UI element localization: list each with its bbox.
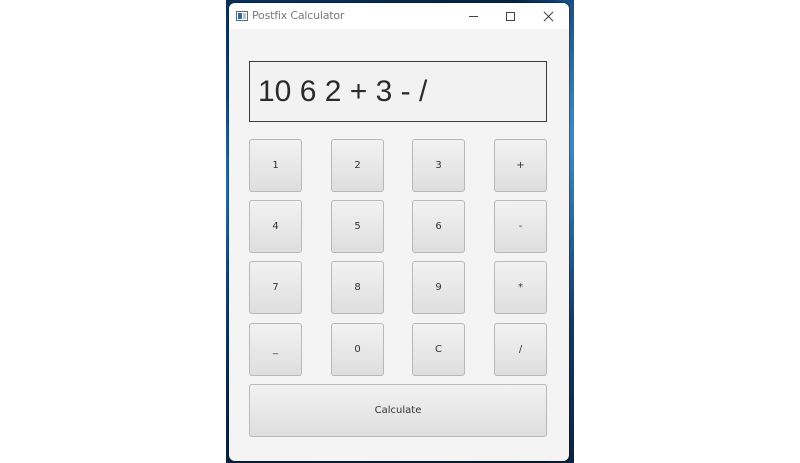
key-8[interactable]: 8: [331, 261, 384, 314]
app-window-icon: [236, 11, 248, 21]
calculator-window: Postfix Calculator 10 6 2 + 3 - / 1 2 3 …: [229, 3, 569, 461]
key-3[interactable]: 3: [412, 139, 465, 192]
key-7[interactable]: 7: [249, 261, 302, 314]
expression-display[interactable]: 10 6 2 + 3 - /: [249, 61, 547, 122]
minimize-icon: [468, 15, 478, 17]
key-plus[interactable]: +: [494, 139, 547, 192]
key-divide[interactable]: /: [494, 323, 547, 376]
minimize-button[interactable]: [455, 3, 491, 29]
key-clear[interactable]: C: [412, 323, 465, 376]
key-2[interactable]: 2: [331, 139, 384, 192]
key-space[interactable]: _: [249, 323, 302, 376]
maximize-button[interactable]: [492, 3, 528, 29]
key-9[interactable]: 9: [412, 261, 465, 314]
close-icon: [543, 11, 554, 22]
window-title: Postfix Calculator: [252, 9, 345, 22]
key-0[interactable]: 0: [331, 323, 384, 376]
key-minus[interactable]: -: [494, 200, 547, 253]
key-4[interactable]: 4: [249, 200, 302, 253]
close-button[interactable]: [530, 3, 566, 29]
key-multiply[interactable]: *: [494, 261, 547, 314]
title-bar[interactable]: Postfix Calculator: [229, 3, 569, 29]
maximize-icon: [505, 11, 515, 21]
key-1[interactable]: 1: [249, 139, 302, 192]
key-5[interactable]: 5: [331, 200, 384, 253]
key-6[interactable]: 6: [412, 200, 465, 253]
calculate-button[interactable]: Calculate: [249, 384, 547, 437]
